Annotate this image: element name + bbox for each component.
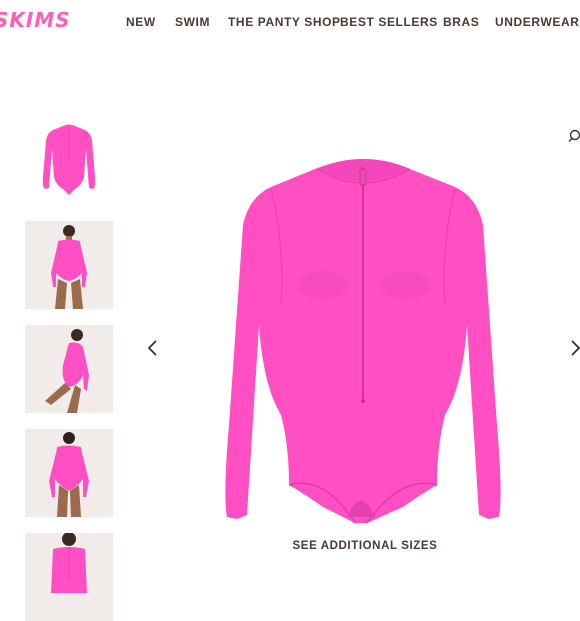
chevron-right-icon <box>571 340 580 356</box>
gallery-next-button[interactable] <box>566 336 580 360</box>
bodysuit-product-image <box>225 159 501 524</box>
main-product-image[interactable] <box>205 145 525 525</box>
nav-item-new[interactable]: NEW <box>126 15 156 29</box>
thumbnail-1[interactable] <box>25 117 113 205</box>
model-front-thumbnail-image <box>25 221 113 309</box>
nav-item-swim[interactable]: SWIM <box>175 15 210 29</box>
nav-item-best-sellers[interactable]: BEST SELLERS <box>340 15 438 29</box>
model-back-thumbnail-image <box>25 429 113 517</box>
see-additional-sizes-link[interactable]: SEE ADDITIONAL SIZES <box>293 540 438 552</box>
thumbnail-4[interactable] <box>25 429 113 517</box>
chevron-left-icon <box>147 340 157 356</box>
bodysuit-thumbnail-image <box>42 124 96 195</box>
zoom-button[interactable] <box>568 129 580 143</box>
thumbnail-3[interactable] <box>25 325 113 413</box>
main-nav: NEW SWIM THE PANTY SHOP BEST SELLERS BRA… <box>0 15 580 35</box>
thumbnail-2[interactable] <box>25 221 113 309</box>
gallery-prev-button[interactable] <box>143 336 163 360</box>
nav-item-the-panty-shop[interactable]: THE PANTY SHOP <box>228 15 341 29</box>
additional-sizes-row: SEE ADDITIONAL SIZES <box>0 536 580 554</box>
magnifier-icon <box>568 129 580 142</box>
model-side-thumbnail-image <box>25 325 113 413</box>
nav-item-underwear[interactable]: UNDERWEAR <box>495 15 580 29</box>
nav-item-bras[interactable]: BRAS <box>443 15 479 29</box>
